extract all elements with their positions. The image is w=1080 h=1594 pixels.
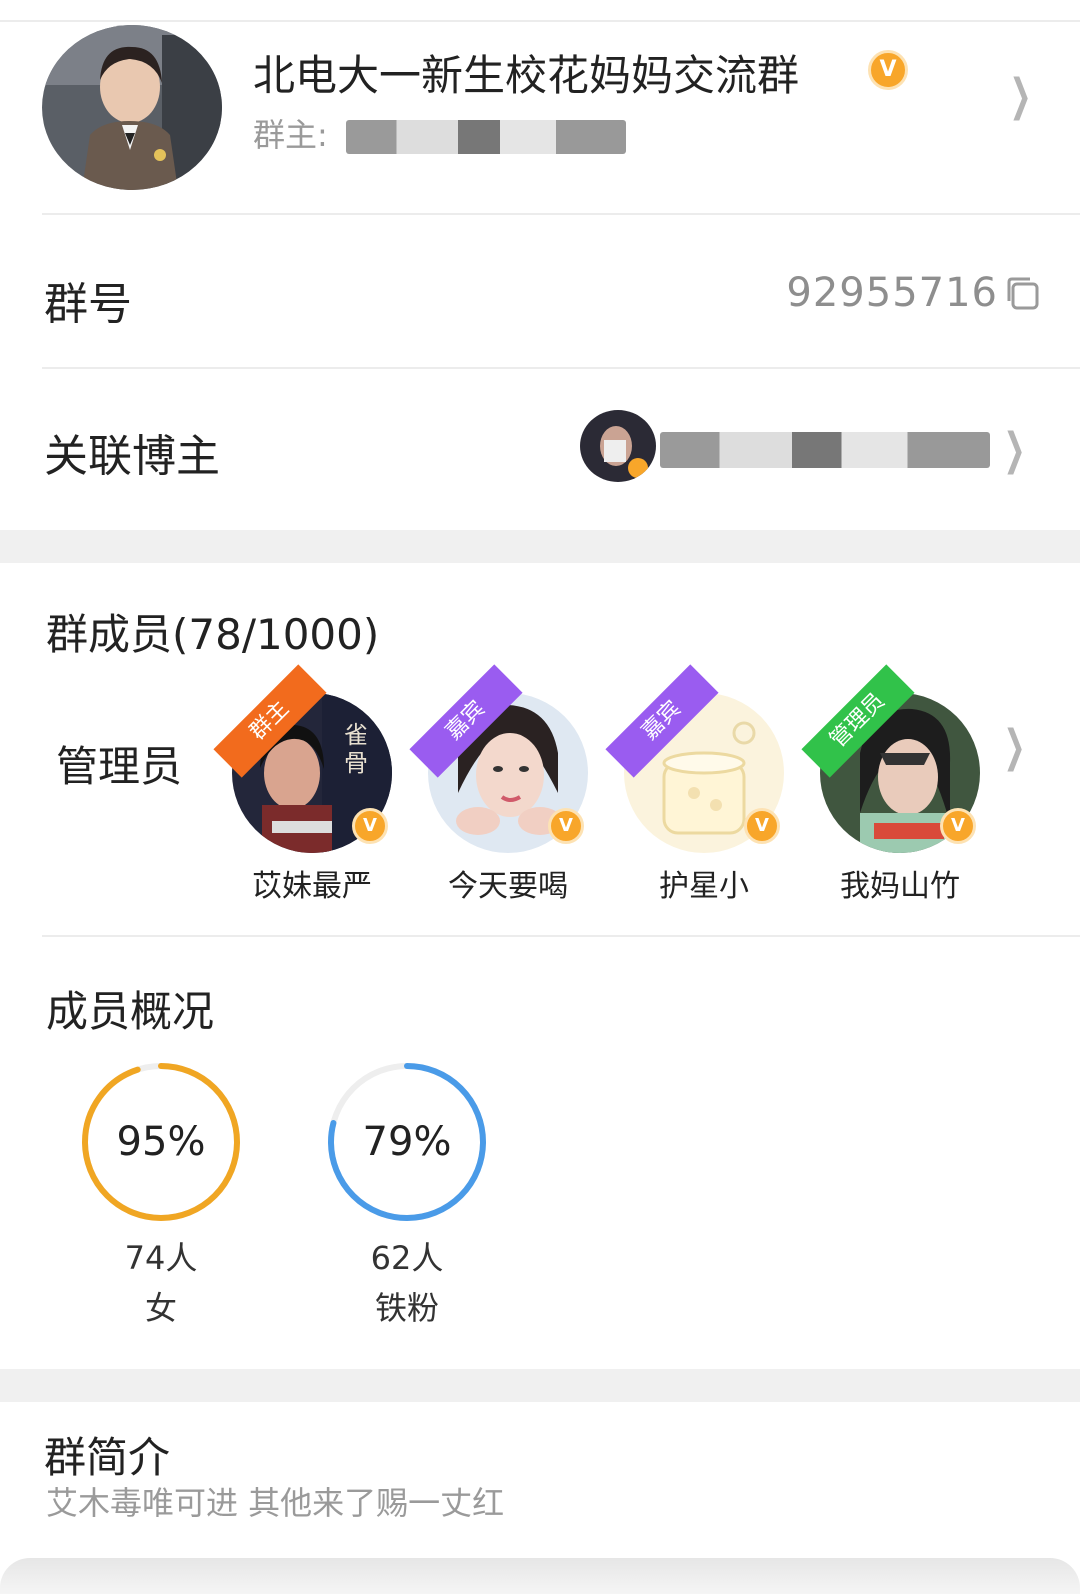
member-item[interactable]: 嘉宾 V 今天要喝 [409, 664, 598, 913]
owner-name-redacted [345, 120, 626, 154]
owner-prefix: 群主: [253, 116, 328, 154]
verified-badge-icon: V [744, 808, 780, 844]
copy-icon[interactable] [1004, 275, 1040, 311]
intro-title: 群简介 [44, 1433, 171, 1482]
member-item[interactable]: 管理员 V 我妈山竹 [801, 664, 990, 913]
overview-title: 成员概况 [46, 987, 215, 1036]
member-name: 我妈山竹 [840, 869, 960, 904]
member-item[interactable]: 雀 骨 群主 V 苡妹最严 [213, 664, 402, 913]
members-title: 群成员(78/1000) [46, 610, 380, 659]
divider [42, 935, 1080, 937]
stat-count: 74人 [124, 1239, 198, 1277]
stat-iron-fans: 79% 62人 铁粉 [322, 1057, 492, 1329]
member-name: 护星小 [659, 869, 749, 904]
stat-label: 铁粉 [374, 1289, 439, 1327]
stat-count: 62人 [370, 1239, 444, 1277]
linked-blogger-label: 关联博主 [44, 431, 220, 482]
stat-label: 女 [144, 1289, 177, 1327]
admin-label: 管理员 [56, 742, 183, 791]
member-item[interactable]: 嘉宾 V 护星小 [605, 664, 794, 913]
stat-female: 95% 74人 女 [76, 1057, 246, 1329]
svg-text:骨: 骨 [344, 749, 368, 777]
percent-text: 79% [363, 1119, 452, 1165]
svg-text:雀: 雀 [344, 721, 368, 749]
verified-badge-icon: V [548, 808, 584, 844]
verified-badge-icon: V [940, 808, 976, 844]
group-id-value: 92955716 [786, 270, 998, 316]
female-percent-ring: 95% [82, 1063, 240, 1221]
group-id-label: 群号 [44, 279, 132, 330]
divider [42, 213, 1080, 215]
group-name: 北电大一新生校花妈妈交流群 [253, 51, 800, 100]
iron-fan-percent-ring: 79% [328, 1063, 486, 1221]
group-avatar[interactable] [42, 25, 222, 190]
intro-text: 艾木毒唯可进 其他来了赐一丈红 [46, 1484, 505, 1522]
chevron-right-icon[interactable]: ❯ [1009, 70, 1031, 121]
percent-text: 95% [117, 1119, 206, 1165]
group-owner: 群主: [253, 110, 626, 156]
verified-badge-icon: V [352, 808, 388, 844]
chevron-right-icon[interactable]: ❯ [1003, 721, 1025, 772]
blogger-name-redacted [660, 428, 990, 469]
divider [42, 367, 1080, 369]
bottom-sheet-edge [0, 1558, 1080, 1594]
member-name: 苡妹最严 [252, 869, 372, 904]
chevron-right-icon[interactable]: ❯ [1003, 424, 1025, 475]
member-name: 今天要喝 [448, 869, 568, 904]
blogger-avatar[interactable] [580, 410, 656, 482]
verified-badge-icon: V [868, 50, 908, 90]
members-card: 群成员(78/1000) 管理员 雀 骨 群主 V 苡妹最严 嘉宾 V 今天要喝… [0, 563, 1080, 1369]
group-info-card: 北电大一新生校花妈妈交流群 V 群主: ❯ 群号 92955716 关联博主 ❯ [0, 0, 1080, 530]
top-divider [0, 20, 1080, 22]
